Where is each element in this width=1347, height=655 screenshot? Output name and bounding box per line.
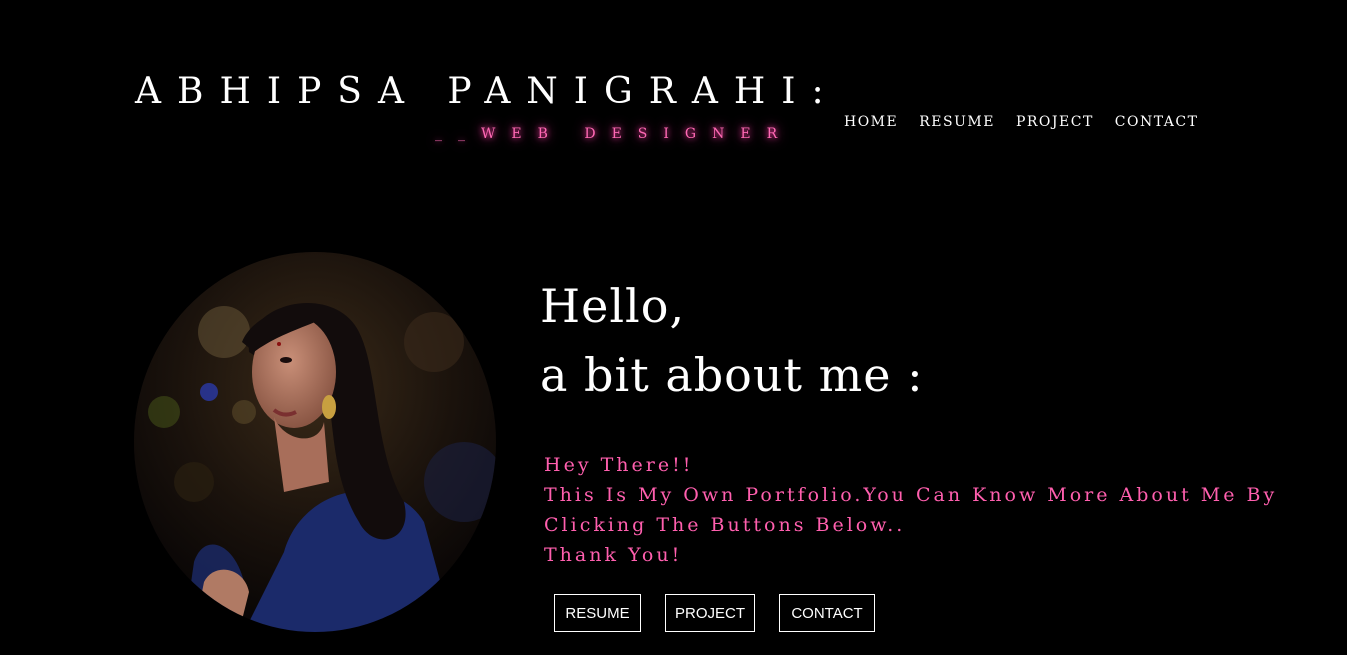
hero-heading: Hello, a bit about me : xyxy=(540,272,924,410)
intro-text: Hey There!! This Is My Own Portfolio.You… xyxy=(544,450,1277,570)
profile-photo xyxy=(134,252,496,632)
project-button[interactable]: PROJECT xyxy=(665,594,755,632)
site-subtitle: __WEB DESIGNER xyxy=(435,126,794,142)
nav-contact-link[interactable]: CONTACT xyxy=(1115,115,1199,129)
resume-button[interactable]: RESUME xyxy=(554,594,641,632)
greeting-line: Hello, xyxy=(540,279,686,333)
intro-line: Thank You! xyxy=(544,544,683,566)
intro-line: Hey There!! xyxy=(544,454,694,476)
nav-resume-link[interactable]: RESUME xyxy=(919,115,995,129)
site-title: ABHIPSA PANIGRAHI: xyxy=(135,71,840,112)
profile-photo-illustration xyxy=(134,252,496,632)
nav-project-link[interactable]: PROJECT xyxy=(1016,115,1094,129)
intro-line: Clicking The Buttons Below.. xyxy=(544,514,906,536)
intro-line: This Is My Own Portfolio.You Can Know Mo… xyxy=(544,484,1278,506)
action-buttons: RESUME PROJECT CONTACT xyxy=(554,594,875,632)
main-nav: HOME RESUME PROJECT CONTACT xyxy=(844,115,1198,129)
nav-home-link[interactable]: HOME xyxy=(844,115,898,129)
contact-button[interactable]: CONTACT xyxy=(779,594,875,632)
about-heading: a bit about me : xyxy=(540,348,924,402)
portfolio-page: ABHIPSA PANIGRAHI: __WEB DESIGNER HOME R… xyxy=(0,0,1347,655)
